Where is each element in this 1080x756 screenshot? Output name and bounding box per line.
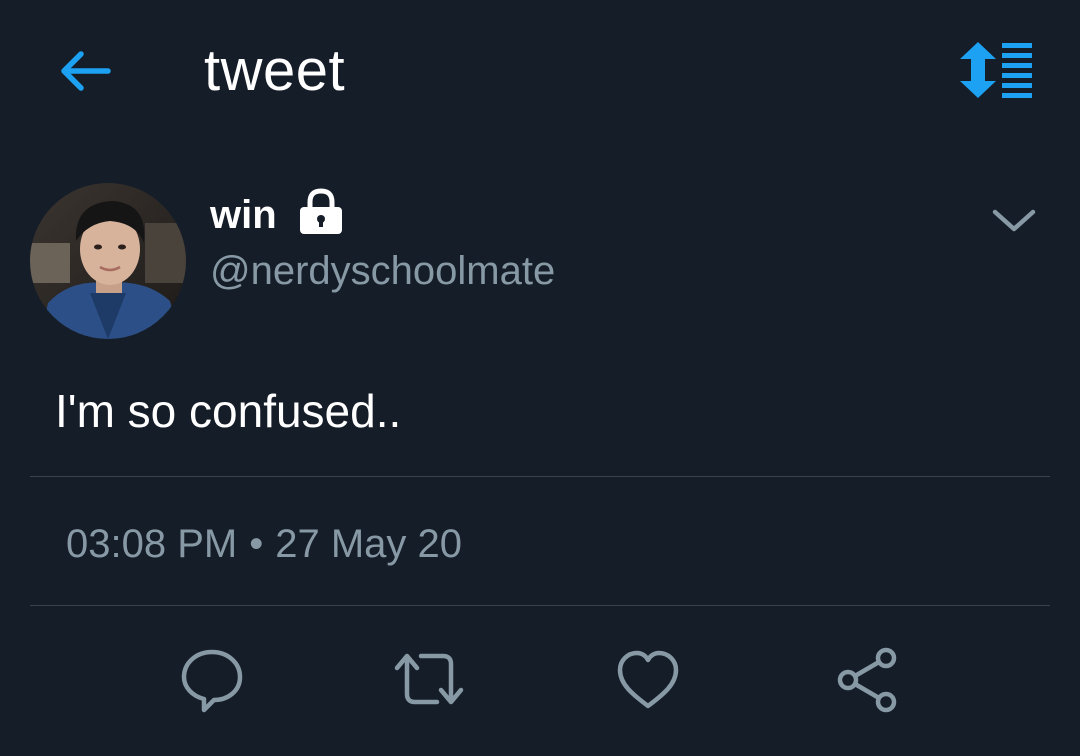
back-button[interactable] bbox=[56, 48, 114, 94]
tweet-timestamp: 03:08 PM • 27 May 20 bbox=[66, 520, 462, 568]
share-icon bbox=[837, 647, 897, 713]
display-name[interactable]: win bbox=[210, 192, 277, 238]
page-title: tweet bbox=[204, 38, 346, 103]
avatar[interactable] bbox=[30, 183, 186, 339]
divider bbox=[30, 476, 1050, 477]
meta-separator: • bbox=[249, 522, 264, 566]
arrow-left-icon bbox=[61, 51, 111, 91]
tweet-text: I'm so confused.. bbox=[55, 385, 402, 437]
tweet-date: 27 May 20 bbox=[275, 522, 463, 566]
heart-icon bbox=[617, 650, 679, 709]
speech-bubble-icon bbox=[181, 649, 243, 713]
divider bbox=[30, 605, 1050, 606]
like-button[interactable] bbox=[612, 644, 684, 716]
tweet-options-button[interactable] bbox=[990, 204, 1038, 236]
retweet-icon bbox=[394, 653, 464, 705]
reply-button[interactable] bbox=[176, 644, 248, 716]
share-button[interactable] bbox=[832, 644, 904, 716]
sort-list-icon bbox=[960, 42, 1032, 98]
avatar-photo bbox=[30, 183, 186, 339]
user-handle[interactable]: @nerdyschoolmate bbox=[210, 248, 555, 294]
chevron-down-icon bbox=[992, 209, 1036, 232]
tweet-time: 03:08 PM bbox=[66, 522, 238, 566]
lock-icon bbox=[298, 188, 344, 236]
retweet-button[interactable] bbox=[393, 644, 465, 716]
tweet-detail-screen: tweet win @nerdyschoolmate I'm so confus… bbox=[0, 0, 1080, 756]
thread-view-button[interactable] bbox=[958, 42, 1034, 98]
